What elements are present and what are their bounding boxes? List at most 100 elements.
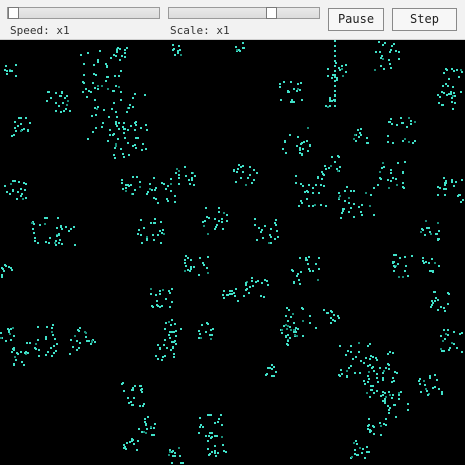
cell [170,324,172,326]
cell [214,218,216,220]
cell [397,162,399,164]
cell [330,165,332,167]
cell [456,69,458,71]
cell [442,340,444,342]
cell [461,179,463,181]
cell [312,205,314,207]
cell [124,446,126,448]
cell [184,259,186,261]
cell [6,73,8,75]
cell [325,168,327,170]
cell [85,332,87,334]
cell [426,390,428,392]
cell [291,99,293,101]
cell [382,58,384,60]
cell [382,394,384,396]
cell [261,229,263,231]
cell [370,389,372,391]
speed-slider-thumb[interactable] [8,7,19,19]
cell [388,391,390,393]
step-button[interactable]: Step [392,8,457,31]
cell [169,306,171,308]
cell [339,345,341,347]
cell [392,177,394,179]
cell [306,140,308,142]
cell [368,418,370,420]
cell [334,90,336,92]
cell [325,105,327,107]
cell [253,179,255,181]
cell [175,343,177,345]
cell [360,134,362,136]
cell [210,414,212,416]
cell [448,349,450,351]
cell [17,191,19,193]
cell [350,345,352,347]
cell [309,322,311,324]
cell [396,184,398,186]
cell [223,212,225,214]
cell [86,340,88,342]
cell [395,178,397,180]
cell [378,41,380,43]
cell [161,359,163,361]
cell [290,101,292,103]
cell [102,122,104,124]
cell [338,317,340,319]
cell [166,198,168,200]
cell [388,364,390,366]
cell [337,170,339,172]
cell [332,319,334,321]
cell [338,67,340,69]
cell [393,254,395,256]
scale-slider-thumb[interactable] [266,7,277,19]
cell [342,210,344,212]
cell [424,384,426,386]
cell [52,324,54,326]
cell [10,267,12,269]
cell [229,293,231,295]
speed-slider[interactable] [7,7,160,19]
cell [445,188,447,190]
cell [221,221,223,223]
cell [20,195,22,197]
scale-slider[interactable] [168,7,320,19]
cell [55,110,57,112]
cell [88,90,90,92]
cell [292,313,294,315]
cell [358,351,360,353]
cell [389,51,391,53]
cell [345,71,347,73]
cell [51,355,53,357]
cell [388,409,390,411]
cell [194,175,196,177]
cell [55,350,57,352]
cell [380,65,382,67]
cell [178,183,180,185]
cell [205,435,207,437]
cell [62,102,64,104]
cell [299,152,301,154]
cell [125,448,127,450]
cell [168,321,170,323]
game-of-life-app: Speed: x1 Scale: x1 Pause Step [0,0,465,465]
cell [211,436,213,438]
cell [269,234,271,236]
cell [287,340,289,342]
cell [452,95,454,97]
cell [337,315,339,317]
cell [407,403,409,405]
pause-button[interactable]: Pause [328,8,384,31]
cell [351,456,353,458]
cell [142,405,144,407]
cell [202,221,204,223]
cell [60,225,62,227]
simulation-canvas[interactable] [0,40,465,465]
cell [369,343,371,345]
cell [136,176,138,178]
cell [260,231,262,233]
cell [205,331,207,333]
cell [357,454,359,456]
cell [115,111,117,113]
scale-label: Scale: x1 [170,24,230,37]
